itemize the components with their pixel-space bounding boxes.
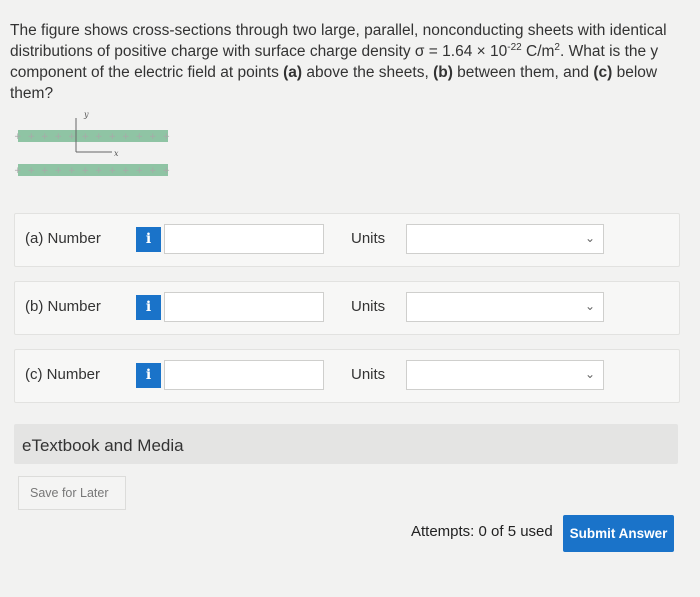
number-input-a[interactable] bbox=[164, 224, 324, 254]
submit-answer-button[interactable]: Submit Answer bbox=[563, 515, 674, 552]
part-b-label: (b) Number bbox=[25, 298, 101, 315]
etextbook-media-section[interactable]: eTextbook and Media bbox=[14, 424, 678, 464]
plus-charge: + bbox=[136, 166, 144, 176]
plus-charge: + bbox=[109, 132, 117, 142]
plus-charge: + bbox=[14, 132, 22, 142]
units-select-b[interactable]: ⌄ bbox=[406, 292, 604, 322]
plus-charge: + bbox=[122, 166, 130, 176]
question-part-label: (b) bbox=[433, 64, 453, 81]
plus-charge: + bbox=[122, 132, 130, 142]
plus-charge: + bbox=[109, 166, 117, 176]
question-part-label: (c) bbox=[593, 64, 613, 81]
plus-charge: + bbox=[68, 166, 76, 176]
plus-charge: + bbox=[95, 166, 103, 176]
plus-charge: + bbox=[136, 132, 144, 142]
plus-charge: + bbox=[41, 132, 49, 142]
part-c-label: (c) Number bbox=[25, 366, 101, 383]
answer-row-a: (a) Number i Units ⌄ bbox=[14, 213, 680, 267]
info-icon[interactable]: i bbox=[136, 227, 161, 252]
plus-charge: + bbox=[41, 166, 49, 176]
plus-charge: + bbox=[149, 166, 157, 176]
plus-charge: + bbox=[68, 132, 76, 142]
answer-row-b: (b) Number i Units ⌄ bbox=[14, 281, 680, 335]
units-label-c: Units bbox=[351, 366, 386, 383]
question-part: between them, and bbox=[452, 64, 594, 81]
question-text: The figure shows cross-sections through … bbox=[10, 20, 694, 104]
number-input-b[interactable] bbox=[164, 292, 324, 322]
answer-row-c: (c) Number i Units ⌄ bbox=[14, 349, 680, 403]
plus-charge: + bbox=[82, 166, 90, 176]
units-label-b: Units bbox=[351, 298, 386, 315]
chevron-down-icon: ⌄ bbox=[584, 231, 595, 245]
question-part: above the sheets, bbox=[302, 64, 434, 81]
plus-charge: + bbox=[163, 132, 171, 142]
y-axis-label: y bbox=[83, 110, 89, 119]
info-icon[interactable]: i bbox=[136, 363, 161, 388]
info-icon[interactable]: i bbox=[136, 295, 161, 320]
plus-charge: + bbox=[95, 132, 103, 142]
chevron-down-icon: ⌄ bbox=[584, 367, 595, 381]
plus-charge: + bbox=[163, 166, 171, 176]
question-exponent: -22 bbox=[507, 41, 522, 53]
number-input-c[interactable] bbox=[164, 360, 324, 390]
etextbook-label: eTextbook and Media bbox=[22, 436, 184, 455]
charged-sheets-figure: + + + + + + + + + + + + + + + + + + + + + + + + y x bbox=[14, 110, 171, 176]
plus-charge: + bbox=[14, 166, 22, 176]
plus-charge: + bbox=[149, 132, 157, 142]
question-part-label: (a) bbox=[283, 64, 303, 81]
plus-charge: + bbox=[82, 132, 90, 142]
plus-charge: + bbox=[55, 166, 63, 176]
units-label-a: Units bbox=[351, 230, 386, 247]
units-select-c[interactable]: ⌄ bbox=[406, 360, 604, 390]
units-select-a[interactable]: ⌄ bbox=[406, 224, 604, 254]
save-for-later-button[interactable]: Save for Later bbox=[18, 476, 126, 510]
chevron-down-icon: ⌄ bbox=[584, 299, 595, 313]
x-axis-label: x bbox=[114, 149, 119, 158]
plus-charge: + bbox=[28, 132, 36, 142]
attempts-counter: Attempts: 0 of 5 used bbox=[411, 523, 553, 540]
plus-charge: + bbox=[55, 132, 63, 142]
question-unit: C/m bbox=[521, 43, 555, 60]
plus-charge: + bbox=[28, 166, 36, 176]
part-a-label: (a) Number bbox=[25, 230, 101, 247]
